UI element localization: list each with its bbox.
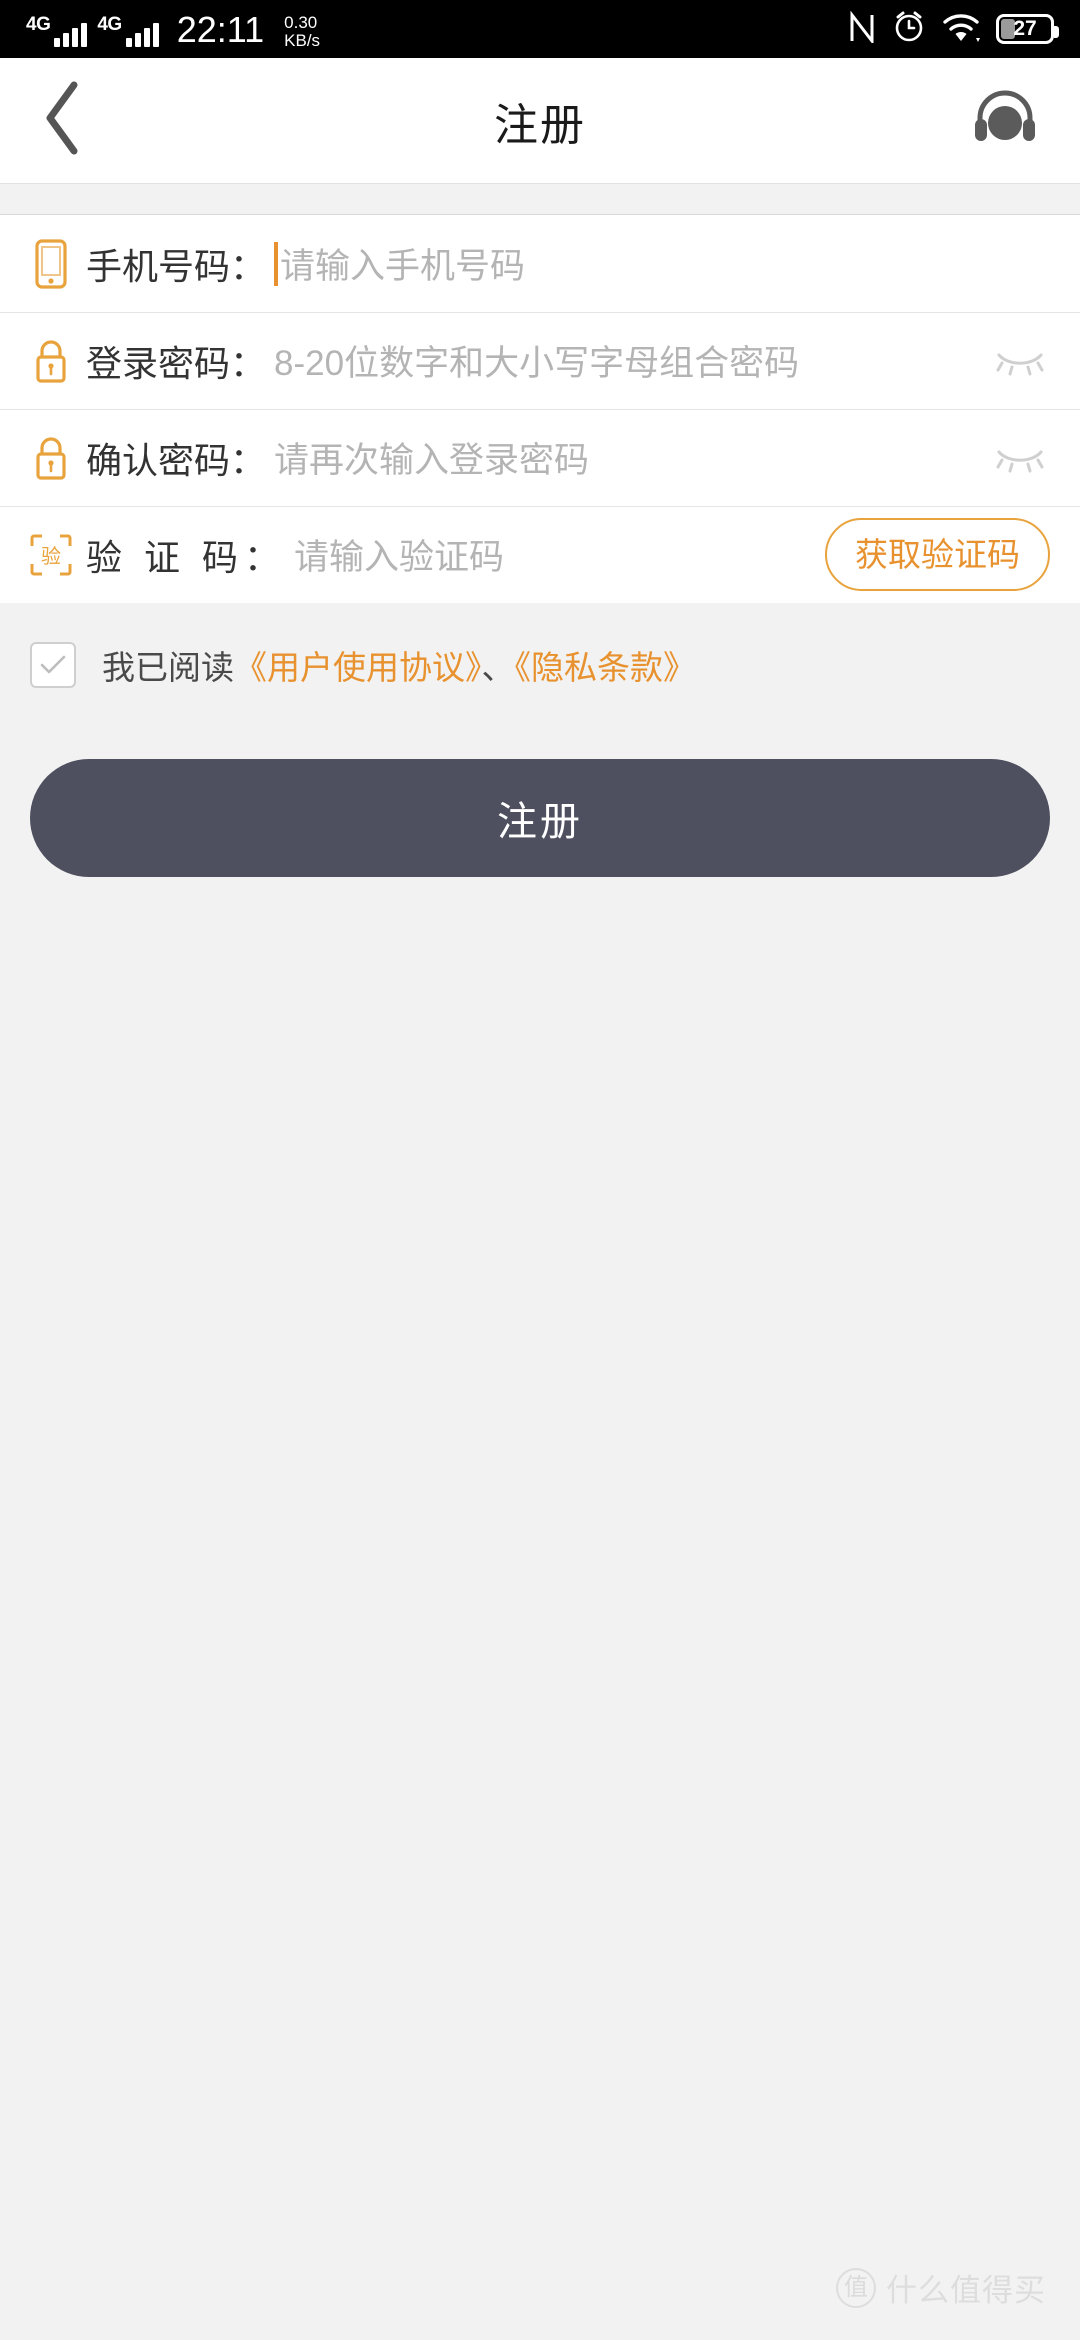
- headset-customer-service-icon: [972, 86, 1038, 155]
- verify-code-input-placeholder: 请输入验证码: [294, 538, 505, 577]
- page-filler: 值 什么值得买: [0, 877, 1080, 2340]
- status-bar-right: 27: [848, 10, 1059, 49]
- page-title: 注册: [494, 100, 586, 150]
- sim1-network-label: 4G: [26, 14, 51, 35]
- sim2-network-label: 4G: [97, 14, 122, 35]
- field-row-confirm-password[interactable]: 确认密码： 请再次输入登录密码: [0, 409, 1080, 506]
- password-input-placeholder: 8-20位数字和大小写字母组合密码: [274, 344, 800, 383]
- registration-form: 手机号码： 请输入手机号码 登录密码： 8-20位数字和大小写字母组合密码 确认…: [0, 215, 1080, 603]
- user-agreement-link[interactable]: 《用户使用协议》: [234, 649, 482, 686]
- watermark-text: 什么值得买: [886, 2273, 1046, 2308]
- password-input[interactable]: 8-20位数字和大小写字母组合密码: [274, 335, 980, 386]
- field-row-phone[interactable]: 手机号码： 请输入手机号码: [0, 215, 1080, 312]
- agreement-separator: 、: [481, 649, 515, 686]
- agreement-checkbox[interactable]: [30, 642, 76, 688]
- sim2-signal: 4G: [97, 15, 159, 47]
- agreement-text: 我已阅读《用户使用协议》、《隐私条款》: [102, 641, 696, 689]
- network-speed-unit: KB/s: [284, 30, 321, 50]
- agreement-row[interactable]: 我已阅读《用户使用协议》、《隐私条款》: [0, 603, 1080, 689]
- signal-bars-icon: [54, 23, 88, 47]
- alarm-clock-icon: [892, 10, 926, 49]
- submit-area: 注册: [0, 689, 1080, 877]
- mobile-phone-icon: [28, 238, 74, 289]
- confirm-password-input-placeholder: 请再次输入登录密码: [274, 441, 590, 480]
- lock-icon: [28, 434, 74, 482]
- status-bar: 4G 4G 22:11 0.30 KB/s 27: [0, 0, 1080, 58]
- field-label-phone: 手机号码：: [86, 245, 267, 287]
- battery-percent-label: 27: [1013, 17, 1037, 40]
- field-label-confirm-password: 确认密码：: [86, 439, 267, 481]
- register-submit-button[interactable]: 注册: [30, 759, 1050, 877]
- register-screen: 4G 4G 22:11 0.30 KB/s 27 注册 手机号码： 请输入手机号…: [0, 0, 1080, 2340]
- status-bar-left: 4G 4G 22:11 0.30 KB/s: [26, 9, 320, 50]
- svg-text:验: 验: [41, 544, 61, 568]
- battery-indicator: 27: [996, 14, 1059, 44]
- lock-icon: [28, 337, 74, 385]
- agreement-prefix: 我已阅读: [102, 649, 234, 686]
- confirm-password-input[interactable]: 请再次输入登录密码: [274, 432, 980, 483]
- customer-service-button[interactable]: [970, 86, 1040, 156]
- phone-input-placeholder: 请输入手机号码: [280, 247, 526, 286]
- check-icon: [40, 655, 66, 674]
- section-separator: [0, 183, 1080, 215]
- network-speed-value: 0.30: [284, 13, 318, 33]
- privacy-policy-link[interactable]: 《隐私条款》: [515, 649, 697, 686]
- watermark: 值 什么值得买: [836, 2265, 1046, 2310]
- eye-closed-icon[interactable]: [990, 443, 1050, 473]
- field-label-verify-code: 验 证 码：: [86, 536, 287, 578]
- scan-verify-code-icon: 验: [28, 533, 74, 577]
- eye-closed-icon[interactable]: [990, 346, 1050, 376]
- field-label-password: 登录密码：: [86, 342, 267, 384]
- field-row-password[interactable]: 登录密码： 8-20位数字和大小写字母组合密码: [0, 312, 1080, 409]
- signal-bars-icon: [125, 23, 159, 47]
- phone-input[interactable]: 请输入手机号码: [274, 238, 1050, 289]
- back-button[interactable]: [40, 81, 120, 161]
- navigation-bar: 注册: [0, 58, 1080, 183]
- status-bar-clock: 22:11: [176, 9, 265, 50]
- wifi-icon: [942, 11, 980, 48]
- get-verify-code-button[interactable]: 获取验证码: [825, 518, 1050, 591]
- field-row-verify-code[interactable]: 验 验 证 码： 请输入验证码 获取验证码: [0, 506, 1080, 603]
- network-speed: 0.30 KB/s: [284, 14, 320, 49]
- nfc-icon: [848, 10, 876, 48]
- chevron-left-icon: [40, 79, 86, 162]
- sim1-signal: 4G: [26, 15, 88, 47]
- watermark-logo-icon: 值: [836, 2267, 876, 2308]
- text-cursor: [274, 241, 279, 286]
- verify-code-input[interactable]: 请输入验证码: [294, 529, 813, 580]
